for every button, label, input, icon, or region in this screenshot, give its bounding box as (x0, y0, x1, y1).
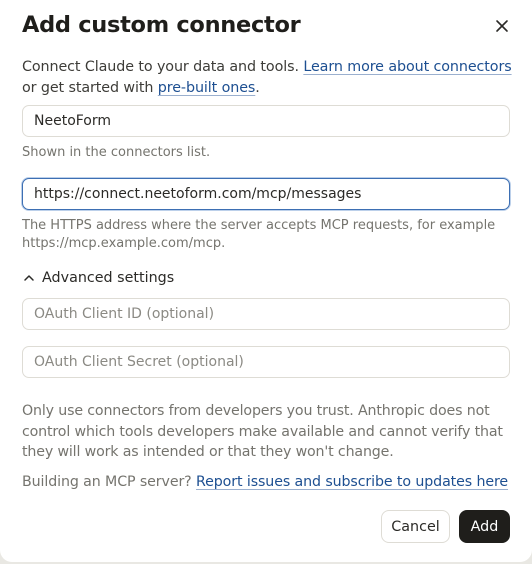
dialog-title: Add custom connector (22, 12, 301, 38)
connector-url-help: The HTTPS address where the server accep… (22, 218, 496, 251)
close-icon (496, 20, 508, 32)
trust-warning: Only use connectors from developers you … (22, 403, 503, 460)
connector-name-input[interactable] (22, 105, 510, 137)
intro-text-start: Connect Claude to your data and tools. (22, 59, 304, 75)
building-mcp-label: Building an MCP server? (22, 474, 197, 490)
add-button[interactable]: Add (459, 510, 510, 543)
advanced-settings-toggle[interactable]: Advanced settings (22, 270, 174, 286)
learn-more-link[interactable]: Learn more about connectors (303, 59, 511, 75)
chevron-up-icon (24, 275, 34, 281)
add-connector-dialog: Add custom connector Connect Claude to y… (0, 0, 532, 562)
intro-text: Connect Claude to your data and tools. L… (22, 57, 512, 99)
intro-text-middle: or get started with (22, 80, 158, 96)
building-mcp-text: Building an MCP server? Report issues an… (22, 474, 508, 490)
oauth-client-secret-input[interactable] (22, 346, 510, 378)
cancel-button[interactable]: Cancel (381, 510, 450, 543)
report-issues-link[interactable]: Report issues and subscribe to updates h… (196, 474, 508, 490)
connector-name-help: Shown in the connectors list. (22, 145, 211, 160)
intro-text-end: . (255, 80, 260, 96)
advanced-settings-label: Advanced settings (42, 270, 175, 286)
connector-url-input[interactable] (22, 178, 510, 210)
close-button[interactable] (490, 14, 514, 38)
oauth-client-id-input[interactable] (22, 298, 510, 330)
prebuilt-link[interactable]: pre-built ones (158, 80, 256, 96)
